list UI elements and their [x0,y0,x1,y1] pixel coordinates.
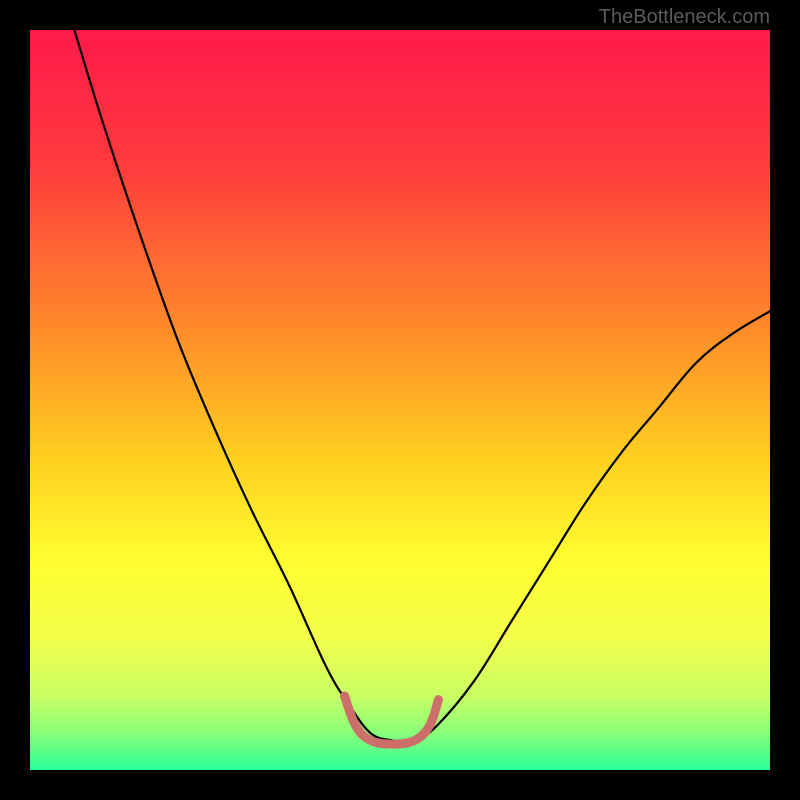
plot-area [30,30,770,770]
chart-frame: TheBottleneck.com [0,0,800,800]
background-gradient [30,30,770,770]
gradient-rect [30,30,770,770]
watermark-text: TheBottleneck.com [599,6,770,29]
